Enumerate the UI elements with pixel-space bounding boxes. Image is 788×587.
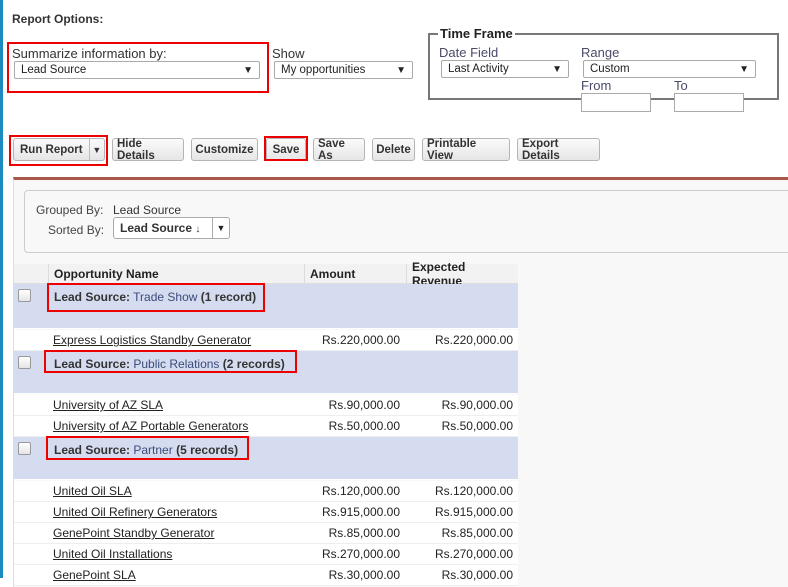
sorted-by-value: Lead Source	[120, 221, 193, 235]
highlight-run-report	[9, 135, 108, 166]
column-divider	[304, 264, 305, 284]
highlight-group-label	[47, 283, 265, 312]
column-divider	[406, 264, 407, 284]
expected-revenue-cell: Rs.90,000.00	[441, 398, 513, 412]
group-checkbox[interactable]	[18, 356, 31, 369]
chevron-down-icon: ▼	[552, 63, 562, 75]
amount-cell: Rs.85,000.00	[328, 526, 400, 540]
date-field-value: Last Activity	[448, 63, 509, 75]
date-field-select[interactable]: Last Activity ▼	[441, 60, 569, 78]
opportunity-link[interactable]: United Oil Refinery Generators	[53, 505, 217, 519]
highlight-save	[264, 136, 308, 161]
export-details-button[interactable]: Export Details	[517, 138, 600, 162]
table-row: University of AZ SLA Rs.90,000.00 Rs.90,…	[14, 395, 518, 416]
table-row: United Oil Installations Rs.270,000.00 R…	[14, 544, 518, 565]
grouped-by-value: Lead Source	[113, 203, 182, 217]
amount-cell: Rs.915,000.00	[321, 505, 400, 519]
from-label: From	[581, 78, 612, 93]
sorted-by-select[interactable]: Lead Source ↓ ▼	[113, 217, 230, 239]
from-input[interactable]	[581, 93, 651, 112]
time-frame-legend: Time Frame	[440, 26, 513, 41]
save-as-button[interactable]: Save As	[313, 138, 365, 162]
amount-cell: Rs.220,000.00	[321, 333, 400, 347]
group-checkbox[interactable]	[18, 442, 31, 455]
printable-view-button[interactable]: Printable View	[422, 138, 510, 162]
opportunity-link[interactable]: GenePoint Standby Generator	[53, 526, 214, 540]
column-header-name[interactable]: Opportunity Name	[54, 264, 159, 283]
amount-cell: Rs.50,000.00	[328, 419, 400, 433]
range-value: Custom	[590, 63, 630, 75]
opportunity-link[interactable]: GenePoint SLA	[53, 568, 136, 582]
highlight-group-label	[44, 350, 297, 373]
expected-revenue-cell: Rs.85,000.00	[441, 526, 513, 540]
amount-cell: Rs.270,000.00	[321, 547, 400, 561]
opportunity-link[interactable]: United Oil SLA	[53, 484, 132, 498]
group-checkbox[interactable]	[18, 289, 31, 302]
table-row: University of AZ Portable Generators Rs.…	[14, 416, 518, 437]
expected-revenue-cell: Rs.30,000.00	[441, 568, 513, 582]
expected-revenue-cell: Rs.220,000.00	[434, 333, 513, 347]
date-field-label: Date Field	[439, 45, 499, 60]
expected-revenue-cell: Rs.270,000.00	[434, 547, 513, 561]
table-row: Express Logistics Standby Generator Rs.2…	[14, 330, 518, 351]
opportunity-link[interactable]: United Oil Installations	[53, 547, 172, 561]
grouped-by-label: Grouped By:	[36, 203, 104, 217]
show-label: Show	[272, 46, 305, 61]
highlight-summarize	[7, 42, 269, 93]
range-select[interactable]: Custom ▼	[583, 60, 756, 78]
sort-arrow-icon: ↓	[195, 224, 201, 235]
table-row: United Oil SLA Rs.120,000.00 Rs.120,000.…	[14, 481, 518, 502]
table-row: GenePoint SLA Rs.30,000.00 Rs.30,000.00	[14, 565, 518, 586]
chevron-down-icon: ▼	[396, 64, 406, 76]
hide-details-button[interactable]: Hide Details	[112, 138, 184, 162]
report-options-title: Report Options:	[12, 12, 104, 26]
opportunity-link[interactable]: University of AZ SLA	[53, 398, 163, 412]
opportunity-link[interactable]: University of AZ Portable Generators	[53, 419, 248, 433]
chevron-down-icon[interactable]: ▼	[212, 218, 229, 238]
to-input[interactable]	[674, 93, 744, 112]
amount-cell: Rs.90,000.00	[328, 398, 400, 412]
to-label: To	[674, 78, 688, 93]
expected-revenue-cell: Rs.915,000.00	[434, 505, 513, 519]
customize-button[interactable]: Customize	[191, 138, 258, 161]
table-row: United Oil Refinery Generators Rs.915,00…	[14, 502, 518, 523]
sorted-by-label: Sorted By:	[48, 223, 105, 237]
amount-cell: Rs.120,000.00	[321, 484, 400, 498]
column-header-amount[interactable]: Amount	[310, 264, 355, 283]
chevron-down-icon: ▼	[739, 63, 749, 75]
show-select[interactable]: My opportunities ▼	[274, 61, 413, 79]
left-accent-bar	[0, 0, 3, 578]
amount-cell: Rs.30,000.00	[328, 568, 400, 582]
expected-revenue-cell: Rs.120,000.00	[434, 484, 513, 498]
delete-button[interactable]: Delete	[372, 138, 415, 161]
range-label: Range	[581, 45, 620, 60]
table-row: GenePoint Standby Generator Rs.85,000.00…	[14, 523, 518, 544]
opportunity-link[interactable]: Express Logistics Standby Generator	[53, 333, 251, 347]
column-header-expected-revenue[interactable]: Expected Revenue	[412, 260, 518, 288]
table-header: Opportunity Name Amount Expected Revenue	[14, 260, 518, 288]
highlight-group-label	[46, 436, 249, 460]
show-value: My opportunities	[281, 64, 366, 76]
column-divider	[48, 264, 49, 284]
expected-revenue-cell: Rs.50,000.00	[441, 419, 513, 433]
